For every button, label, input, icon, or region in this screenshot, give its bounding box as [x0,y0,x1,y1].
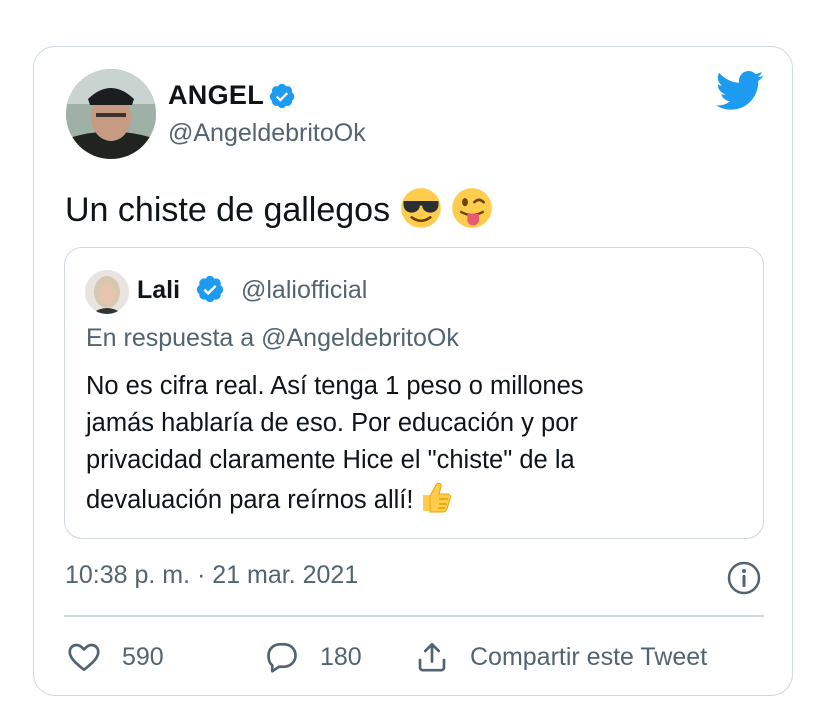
reply-count: 180 [320,642,362,671]
share-upload-icon [418,642,446,672]
verified-badge-icon [269,83,295,109]
author-avatar[interactable] [66,69,156,159]
divider [64,615,764,617]
quoted-tweet-text-content: No es cifra real. Así tenga 1 peso o mil… [86,372,584,514]
smiling-face-with-sunglasses-icon [400,188,441,228]
thumbs-up-icon [423,482,452,513]
tweet-text: Un chiste de gallegos [65,187,493,230]
author-handle[interactable]: @AngeldebritoOk [168,119,366,148]
tweet-text-content: Un chiste de gallegos [65,191,391,229]
tweet-timestamp[interactable]: 10:38 p. m. · 21 mar. 2021 [65,561,358,590]
share-label: Compartir este Tweet [470,642,708,671]
quoted-tweet-text: No es cifra real. Así tenga 1 peso o mil… [86,368,736,519]
tweet-actions: 590 180 Compartir este Tweet [64,637,764,677]
reply-button[interactable]: 180 [264,637,362,677]
share-button[interactable]: Compartir este Tweet [414,637,707,677]
info-icon[interactable] [726,560,762,596]
verified-badge-icon [196,275,224,303]
quoted-author-name[interactable]: Lali [137,276,180,305]
author-name[interactable]: ANGEL [168,80,295,111]
heart-icon [68,643,100,672]
quoted-tweet[interactable]: Lali @laliofficial En respuesta a @Angel… [64,247,764,539]
quoted-author-avatar[interactable] [85,270,129,314]
reply-context: En respuesta a @AngeldebritoOk [86,324,459,352]
quoted-author-handle[interactable]: @laliofficial [241,276,367,305]
author-name-text: ANGEL [168,80,264,110]
twitter-bird-icon[interactable] [716,71,764,111]
tweet-card: ANGEL @AngeldebritoOk Un chiste de galle… [33,46,793,696]
like-count: 590 [122,642,164,671]
winking-face-with-tongue-icon [452,188,492,228]
reply-bubble-icon [267,642,297,673]
like-button[interactable]: 590 [66,637,164,677]
